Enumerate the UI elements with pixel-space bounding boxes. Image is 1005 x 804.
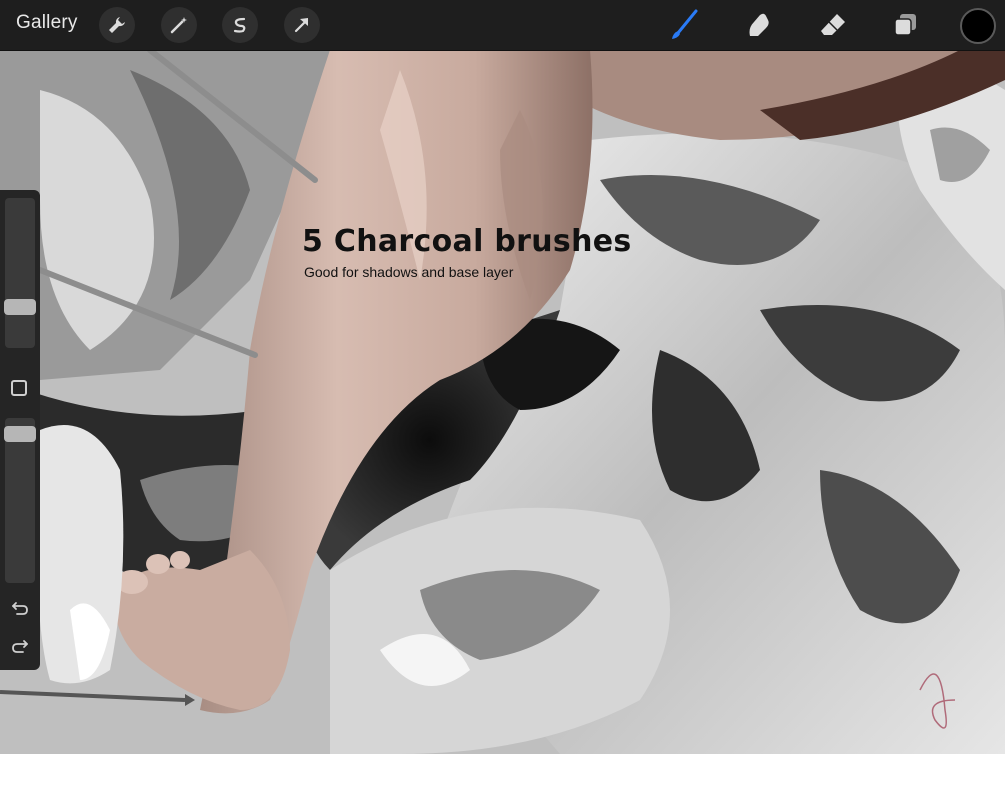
- wrench-icon: [109, 17, 125, 33]
- opacity-slider[interactable]: [5, 418, 35, 583]
- transform-arrow-icon: [294, 18, 309, 33]
- transform-button[interactable]: [284, 7, 320, 43]
- adjustments-button[interactable]: [161, 7, 197, 43]
- layers-icon: [894, 14, 916, 36]
- selection-button[interactable]: [222, 7, 258, 43]
- brush-size-thumb[interactable]: [4, 298, 36, 315]
- selection-icon: [233, 17, 246, 33]
- drawing-canvas[interactable]: [0, 50, 1005, 754]
- redo-icon: [12, 640, 28, 653]
- magic-wand-icon: [170, 17, 187, 34]
- smudge-icon: [749, 13, 769, 36]
- redo-button[interactable]: [8, 636, 32, 656]
- smudge-tool-button[interactable]: [741, 7, 777, 43]
- brush-tool-button[interactable]: [666, 7, 702, 43]
- opacity-thumb[interactable]: [4, 426, 36, 442]
- top-toolbar: Gallery: [0, 0, 1005, 51]
- headline-text: 5 Charcoal brushes: [302, 224, 632, 259]
- actions-wrench-button[interactable]: [99, 7, 135, 43]
- eraser-tool-button[interactable]: [815, 7, 851, 43]
- undo-button[interactable]: [8, 598, 32, 618]
- undo-icon: [12, 602, 28, 615]
- brush-icon: [672, 9, 698, 39]
- charcoal-artwork: [0, 50, 1005, 754]
- left-sidebar: [0, 190, 40, 670]
- gallery-button[interactable]: Gallery: [16, 12, 78, 34]
- eraser-icon: [821, 14, 845, 35]
- layers-button[interactable]: [887, 7, 923, 43]
- brush-size-slider[interactable]: [5, 198, 35, 348]
- subline-text: Good for shadows and base layer: [304, 264, 514, 280]
- color-swatch-button[interactable]: [960, 8, 996, 44]
- modify-square-button[interactable]: [11, 380, 27, 396]
